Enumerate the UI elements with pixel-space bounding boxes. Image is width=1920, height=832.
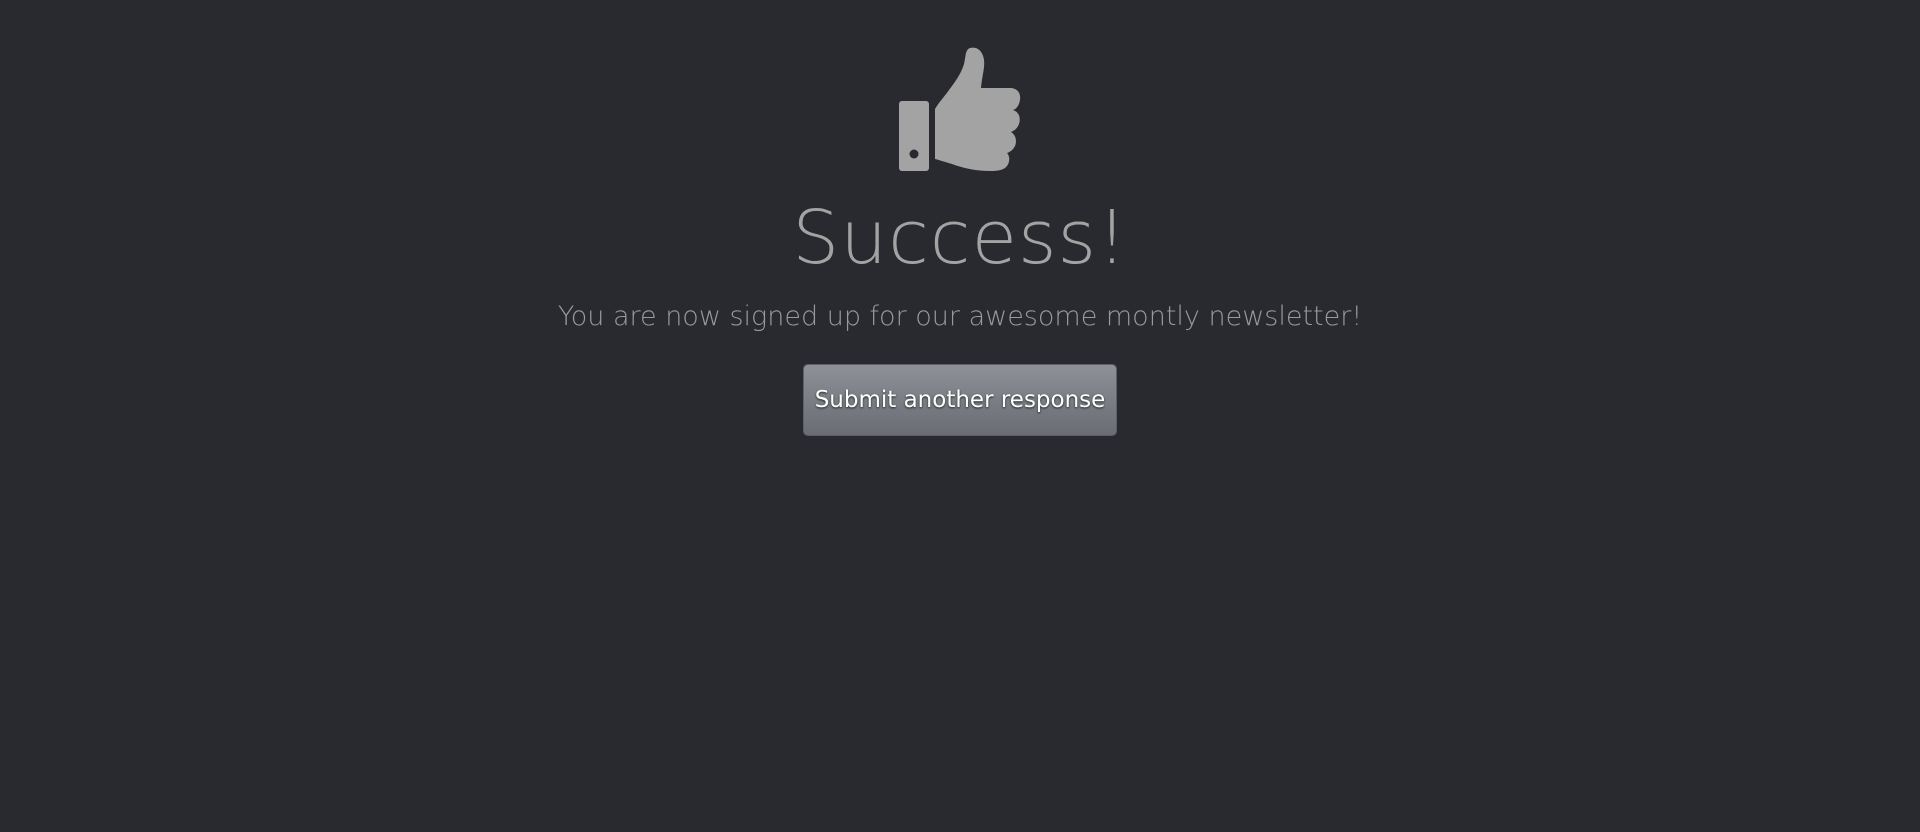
thumbs-up-icon [899, 47, 1021, 172]
success-page: Success! You are now signed up for our a… [0, 0, 1920, 832]
success-message: You are now signed up for our awesome mo… [557, 301, 1363, 332]
page-title: Success! [792, 195, 1128, 281]
submit-another-response-button[interactable]: Submit another response [803, 364, 1117, 436]
